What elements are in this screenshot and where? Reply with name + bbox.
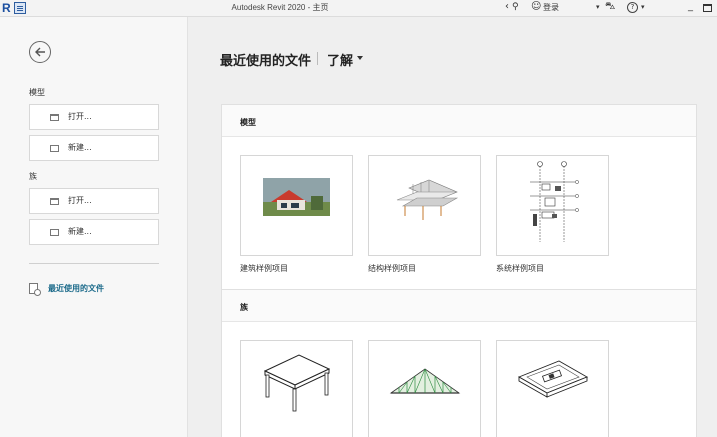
sign-in-dropdown-icon[interactable]: ▾ — [596, 1, 600, 13]
help-icon[interactable]: ? — [627, 2, 638, 13]
families-label: 族 — [29, 172, 37, 181]
page-title: 最近使用的文件 — [220, 54, 312, 69]
truss-family-thumbnail — [389, 368, 461, 394]
window-title: Autodesk Revit 2020 - 主页 — [231, 3, 329, 12]
search-arrow-icon[interactable]: ‹ — [505, 1, 509, 13]
recent-files-label: 最近使用的文件 — [48, 284, 104, 293]
architectural-sample-label[interactable]: 建筑样例项目 — [240, 263, 288, 274]
models-panel-heading: 模型 — [240, 118, 256, 127]
families-panel-heading: 族 — [240, 303, 248, 312]
fixture-family-thumbnail — [517, 360, 589, 398]
structural-sample-label[interactable]: 结构样例项目 — [368, 263, 416, 274]
model-open-label: 打开... — [68, 112, 92, 121]
help-dropdown-icon[interactable]: ▾ — [641, 1, 645, 13]
quick-access-icon[interactable] — [14, 2, 26, 14]
structural-frame-thumbnail — [396, 179, 459, 220]
recent-files-icon — [29, 283, 41, 296]
models-label: 模型 — [29, 88, 45, 97]
architectural-house-thumbnail — [263, 178, 330, 216]
sign-in-link[interactable]: 登录 — [543, 2, 559, 14]
minimize-icon[interactable]: _ — [688, 1, 693, 13]
sidebar: 模型 打开... 新建... 族 打开... 新建... 最近使用的文件 — [0, 17, 188, 437]
model-new-label: 新建... — [68, 143, 92, 152]
revit-app-icon[interactable]: R — [2, 2, 13, 15]
back-button[interactable] — [29, 41, 51, 63]
open-folder-icon — [50, 198, 59, 205]
family-new-button[interactable]: 新建... — [29, 219, 159, 245]
families-panel-header: 族 — [222, 290, 696, 322]
systems-sample-label[interactable]: 系统样例项目 — [496, 263, 544, 274]
family-open-label: 打开... — [68, 196, 92, 205]
sidebar-divider — [29, 263, 159, 264]
families-panel: 族 — [221, 289, 697, 437]
learn-tab[interactable]: 了解 — [327, 50, 353, 69]
cart-icon[interactable]: ⛍ — [605, 1, 615, 13]
fixture-family-card[interactable] — [496, 340, 609, 437]
model-open-button[interactable]: 打开... — [29, 104, 159, 130]
title-bar: R Autodesk Revit 2020 - 主页 ‹ ⚲ ☺ 登录 ▾ ⛍ … — [0, 0, 717, 17]
structural-sample-card[interactable] — [368, 155, 481, 256]
open-folder-icon — [50, 114, 59, 121]
table-family-thumbnail — [263, 354, 331, 412]
architectural-sample-card[interactable] — [240, 155, 353, 256]
family-new-label: 新建... — [68, 227, 92, 236]
truss-family-card[interactable] — [368, 340, 481, 437]
models-panel-header: 模型 — [222, 105, 696, 137]
systems-sample-card[interactable] — [496, 155, 609, 256]
title-separator — [317, 52, 318, 65]
learn-dropdown-icon[interactable] — [357, 56, 363, 60]
arrow-left-icon — [35, 47, 45, 57]
models-panel: 模型 建筑样例项目 结构样例项目 系统样例项目 — [221, 104, 697, 290]
systems-drawing-thumbnail — [530, 161, 579, 242]
new-folder-icon — [50, 145, 59, 152]
new-folder-icon — [50, 229, 59, 236]
family-open-button[interactable]: 打开... — [29, 188, 159, 214]
model-new-button[interactable]: 新建... — [29, 135, 159, 161]
table-family-card[interactable] — [240, 340, 353, 437]
binoculars-icon[interactable]: ⚲ — [512, 1, 519, 13]
user-icon[interactable]: ☺ — [531, 1, 541, 13]
maximize-icon[interactable] — [703, 4, 712, 12]
